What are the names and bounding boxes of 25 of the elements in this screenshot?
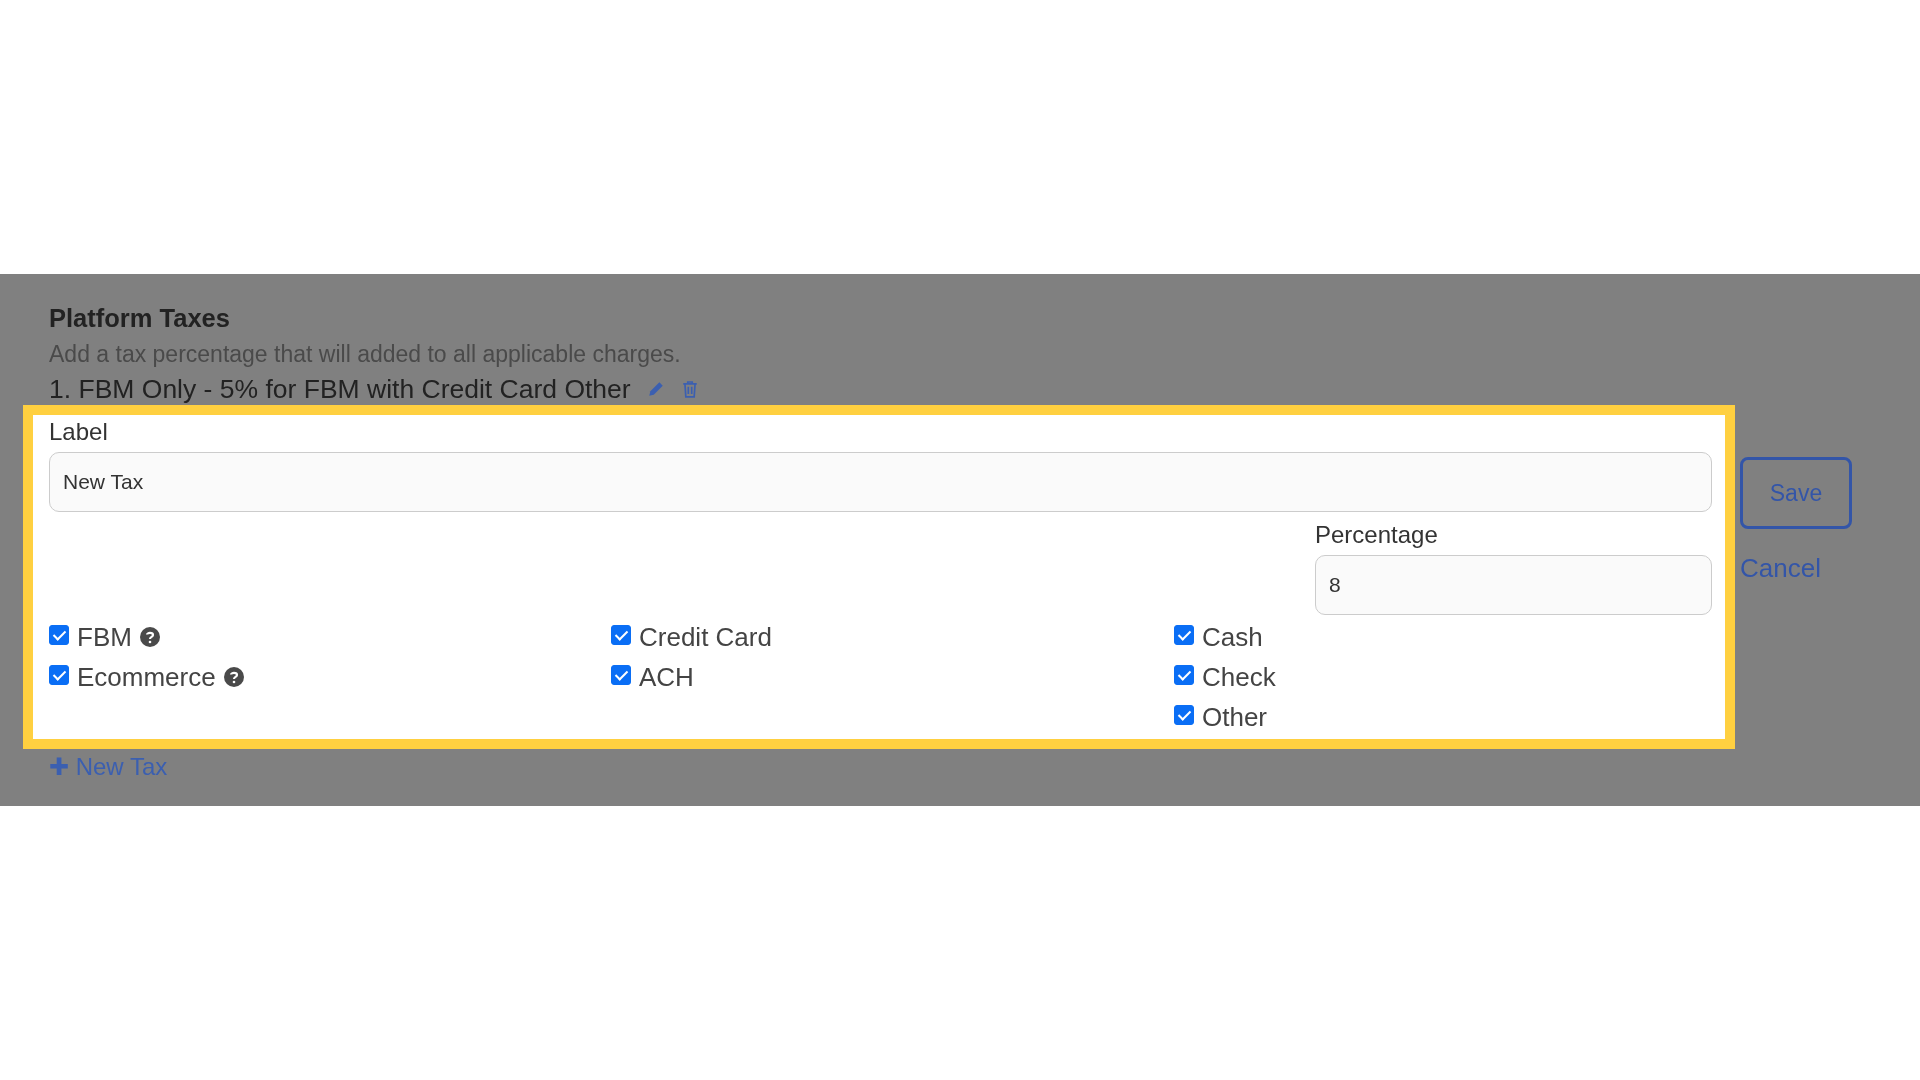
section-title: Platform Taxes (49, 303, 231, 333)
checkbox[interactable] (49, 665, 69, 685)
percentage-input-field[interactable]: 8 (1315, 555, 1712, 615)
new-tax-link[interactable]: ✚ New Tax (49, 753, 168, 781)
checkbox[interactable] (1174, 625, 1194, 645)
checkbox[interactable] (49, 625, 69, 645)
checkbox[interactable] (1174, 705, 1194, 725)
checkbox-label: Cash (1202, 621, 1263, 653)
field-label: Label (49, 417, 109, 447)
checkbox-label: ACH (639, 661, 694, 693)
checkbox[interactable] (611, 625, 631, 645)
cancel-link[interactable]: Cancel (1740, 553, 1821, 584)
checkbox-label: Check (1202, 661, 1276, 693)
help-icon[interactable] (223, 667, 244, 687)
field-label: Percentage (1315, 520, 1439, 550)
checkbox-label: Credit Card (639, 621, 772, 653)
tax-entry: 1. FBM Only - 5% for FBM with Credit Card Other (49, 373, 631, 405)
save-button[interactable]: Save (1740, 457, 1852, 529)
checkbox[interactable] (1174, 665, 1194, 685)
checkbox-label: FBM (77, 621, 132, 653)
label-input-field[interactable]: New Tax (49, 452, 1712, 512)
checkbox-label: Other (1202, 701, 1268, 733)
checkbox-label: Ecommerce (77, 661, 216, 693)
help-icon[interactable] (139, 627, 160, 647)
checkbox[interactable] (611, 665, 631, 685)
